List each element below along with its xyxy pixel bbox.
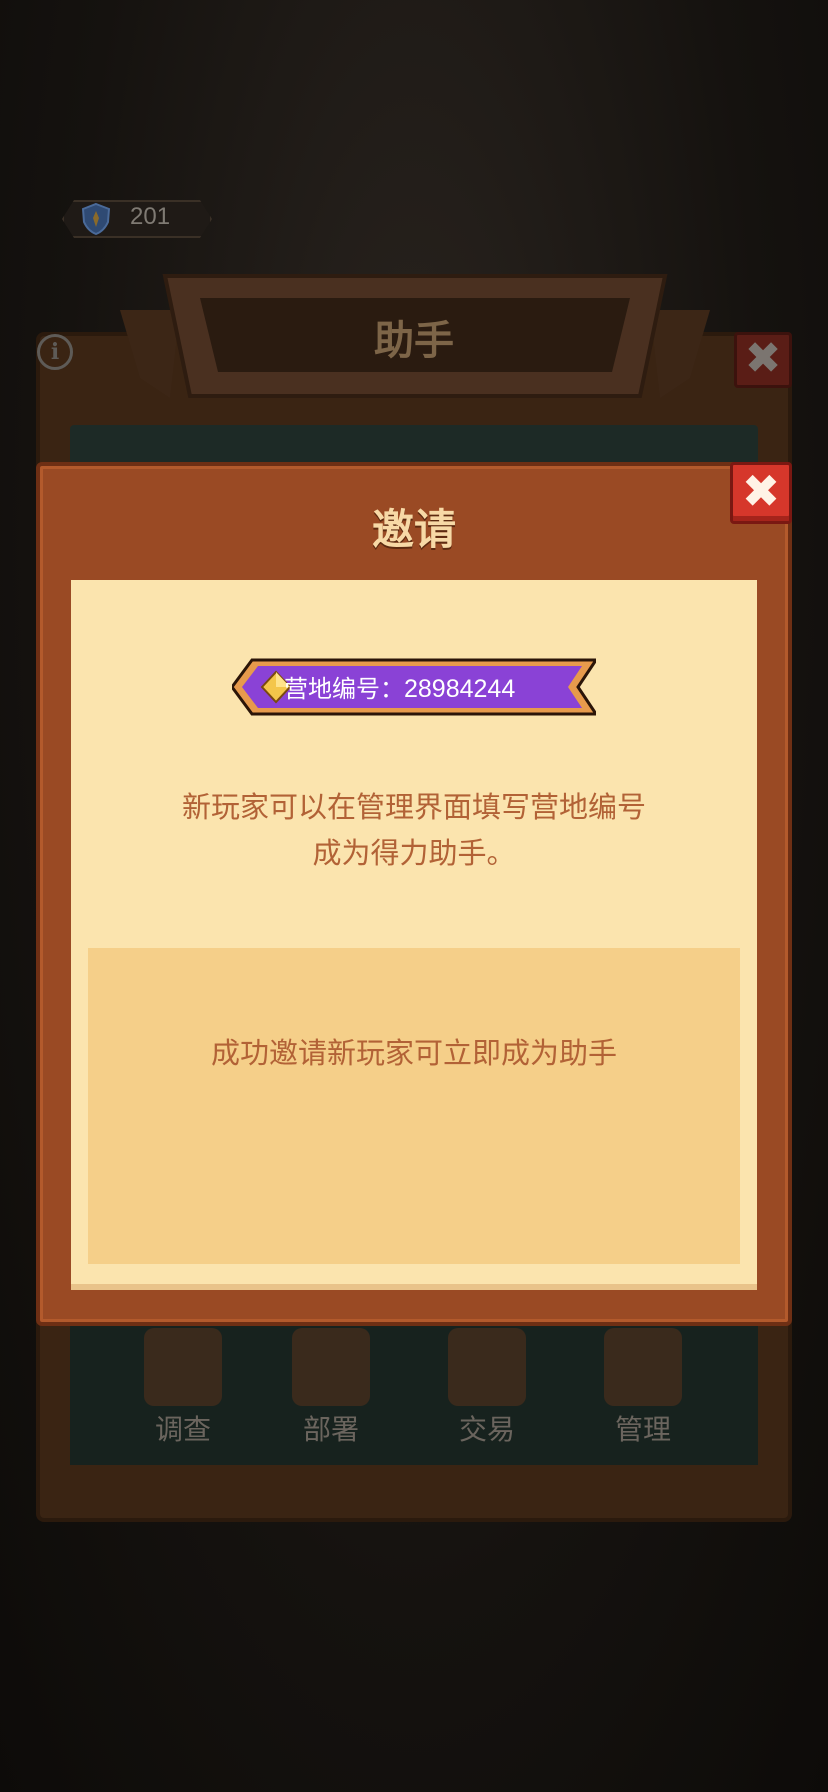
tool-deploy[interactable]: 部署	[276, 1328, 386, 1448]
invite-description: 新玩家可以在管理界面填写营地编号 成为得力助手。	[150, 784, 678, 876]
trade-cart-icon	[448, 1328, 526, 1406]
notice-box	[88, 948, 740, 1264]
shield-count: 201	[130, 203, 171, 230]
panel-title: 助手	[374, 318, 454, 364]
description-line: 成为得力助手。	[312, 836, 516, 870]
dialog-close-button[interactable]: ✖	[730, 462, 792, 524]
tool-label: 调查	[154, 1413, 211, 1446]
info-icon[interactable]: i	[37, 334, 73, 370]
camp-id-text: 营地编号：28984244	[284, 669, 515, 704]
tool-label: 管理	[614, 1413, 671, 1446]
camp-id-label: 营地编号：	[284, 675, 404, 703]
panel-close-button[interactable]: ✖	[734, 332, 792, 388]
dialog-title: 邀请	[371, 505, 456, 554]
gear-icon	[604, 1328, 682, 1406]
tool-label: 部署	[302, 1413, 359, 1446]
description-line: 新玩家可以在管理界面填写营地编号	[181, 790, 646, 824]
tool-manage[interactable]: 管理	[588, 1328, 698, 1448]
camp-id-value: 28984244	[404, 675, 516, 703]
tool-label: 交易	[458, 1413, 515, 1446]
magnifier-clipboard-icon	[144, 1328, 222, 1406]
map-pin-icon	[292, 1328, 370, 1406]
notice-text: 成功邀请新玩家可立即成为助手	[210, 1036, 617, 1070]
tool-investigate[interactable]: 调查	[128, 1328, 238, 1448]
tool-trade[interactable]: 交易	[432, 1328, 542, 1448]
shield-icon	[81, 202, 111, 236]
close-icon: ✖	[741, 464, 781, 518]
